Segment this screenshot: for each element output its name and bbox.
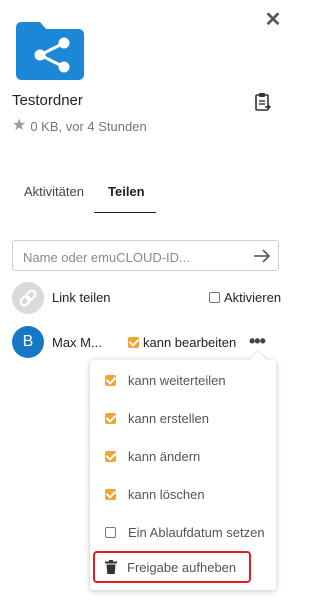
checkbox-checked[interactable] xyxy=(105,488,116,500)
can-edit-checkbox[interactable]: kann bearbeiten xyxy=(128,335,236,350)
folder-size-date: 0 KB, vor 4 Stunden xyxy=(30,118,147,134)
checkbox-checked[interactable] xyxy=(105,412,116,424)
checkbox-checked[interactable] xyxy=(105,374,116,386)
menu-item-can-reshare[interactable]: kann weiterteilen xyxy=(90,365,276,395)
close-icon[interactable]: ✕ xyxy=(264,10,282,32)
avatar: B xyxy=(12,326,44,358)
arrow-right-icon[interactable] xyxy=(252,246,272,266)
folder-meta: ★ 0 KB, vor 4 Stunden xyxy=(12,118,147,134)
more-options-icon[interactable]: ••• xyxy=(249,332,266,350)
shared-folder-icon xyxy=(16,22,84,80)
menu-item-label: kann erstellen xyxy=(128,410,209,426)
trash-icon xyxy=(105,560,117,574)
menu-item-can-create[interactable]: kann erstellen xyxy=(90,403,276,433)
menu-item-can-delete[interactable]: kann löschen xyxy=(90,479,276,509)
can-edit-label: kann bearbeiten xyxy=(143,335,237,350)
checkbox-unchecked[interactable] xyxy=(209,292,220,303)
active-tab-underline xyxy=(94,212,156,213)
star-icon[interactable]: ★ xyxy=(12,118,26,134)
link-icon xyxy=(12,282,44,314)
menu-item-label: Ein Ablaufdatum setzen xyxy=(128,524,265,540)
menu-item-label: kann ändern xyxy=(128,448,201,464)
activate-label: Aktivieren xyxy=(224,290,282,305)
unshare-label: Freigabe aufheben xyxy=(127,559,237,575)
link-share-label: Link teilen xyxy=(52,290,111,305)
checkbox-checked[interactable] xyxy=(105,450,116,462)
copy-link-icon[interactable] xyxy=(254,92,272,112)
menu-item-label: kann löschen xyxy=(128,486,205,502)
tab-sharing[interactable]: Teilen xyxy=(108,184,145,199)
checkbox-unchecked[interactable] xyxy=(105,526,116,538)
menu-item-can-change[interactable]: kann ändern xyxy=(90,441,276,471)
share-search-input[interactable] xyxy=(21,247,245,267)
tab-bar: Aktivitäten Teilen xyxy=(0,176,291,216)
share-search-field[interactable] xyxy=(12,240,279,271)
tab-activities[interactable]: Aktivitäten xyxy=(24,184,84,199)
menu-item-label: kann weiterteilen xyxy=(128,372,226,388)
unshare-button[interactable]: Freigabe aufheben xyxy=(93,551,251,583)
menu-item-set-expiration[interactable]: Ein Ablaufdatum setzen xyxy=(90,517,276,547)
activate-link-checkbox[interactable]: Aktivieren xyxy=(209,290,281,305)
share-user-name: Max M... xyxy=(52,335,102,350)
share-options-menu: kann weiterteilen kann erstellen kann än… xyxy=(90,360,276,590)
folder-name: Testordner xyxy=(12,92,83,109)
checkbox-checked[interactable] xyxy=(128,337,139,348)
